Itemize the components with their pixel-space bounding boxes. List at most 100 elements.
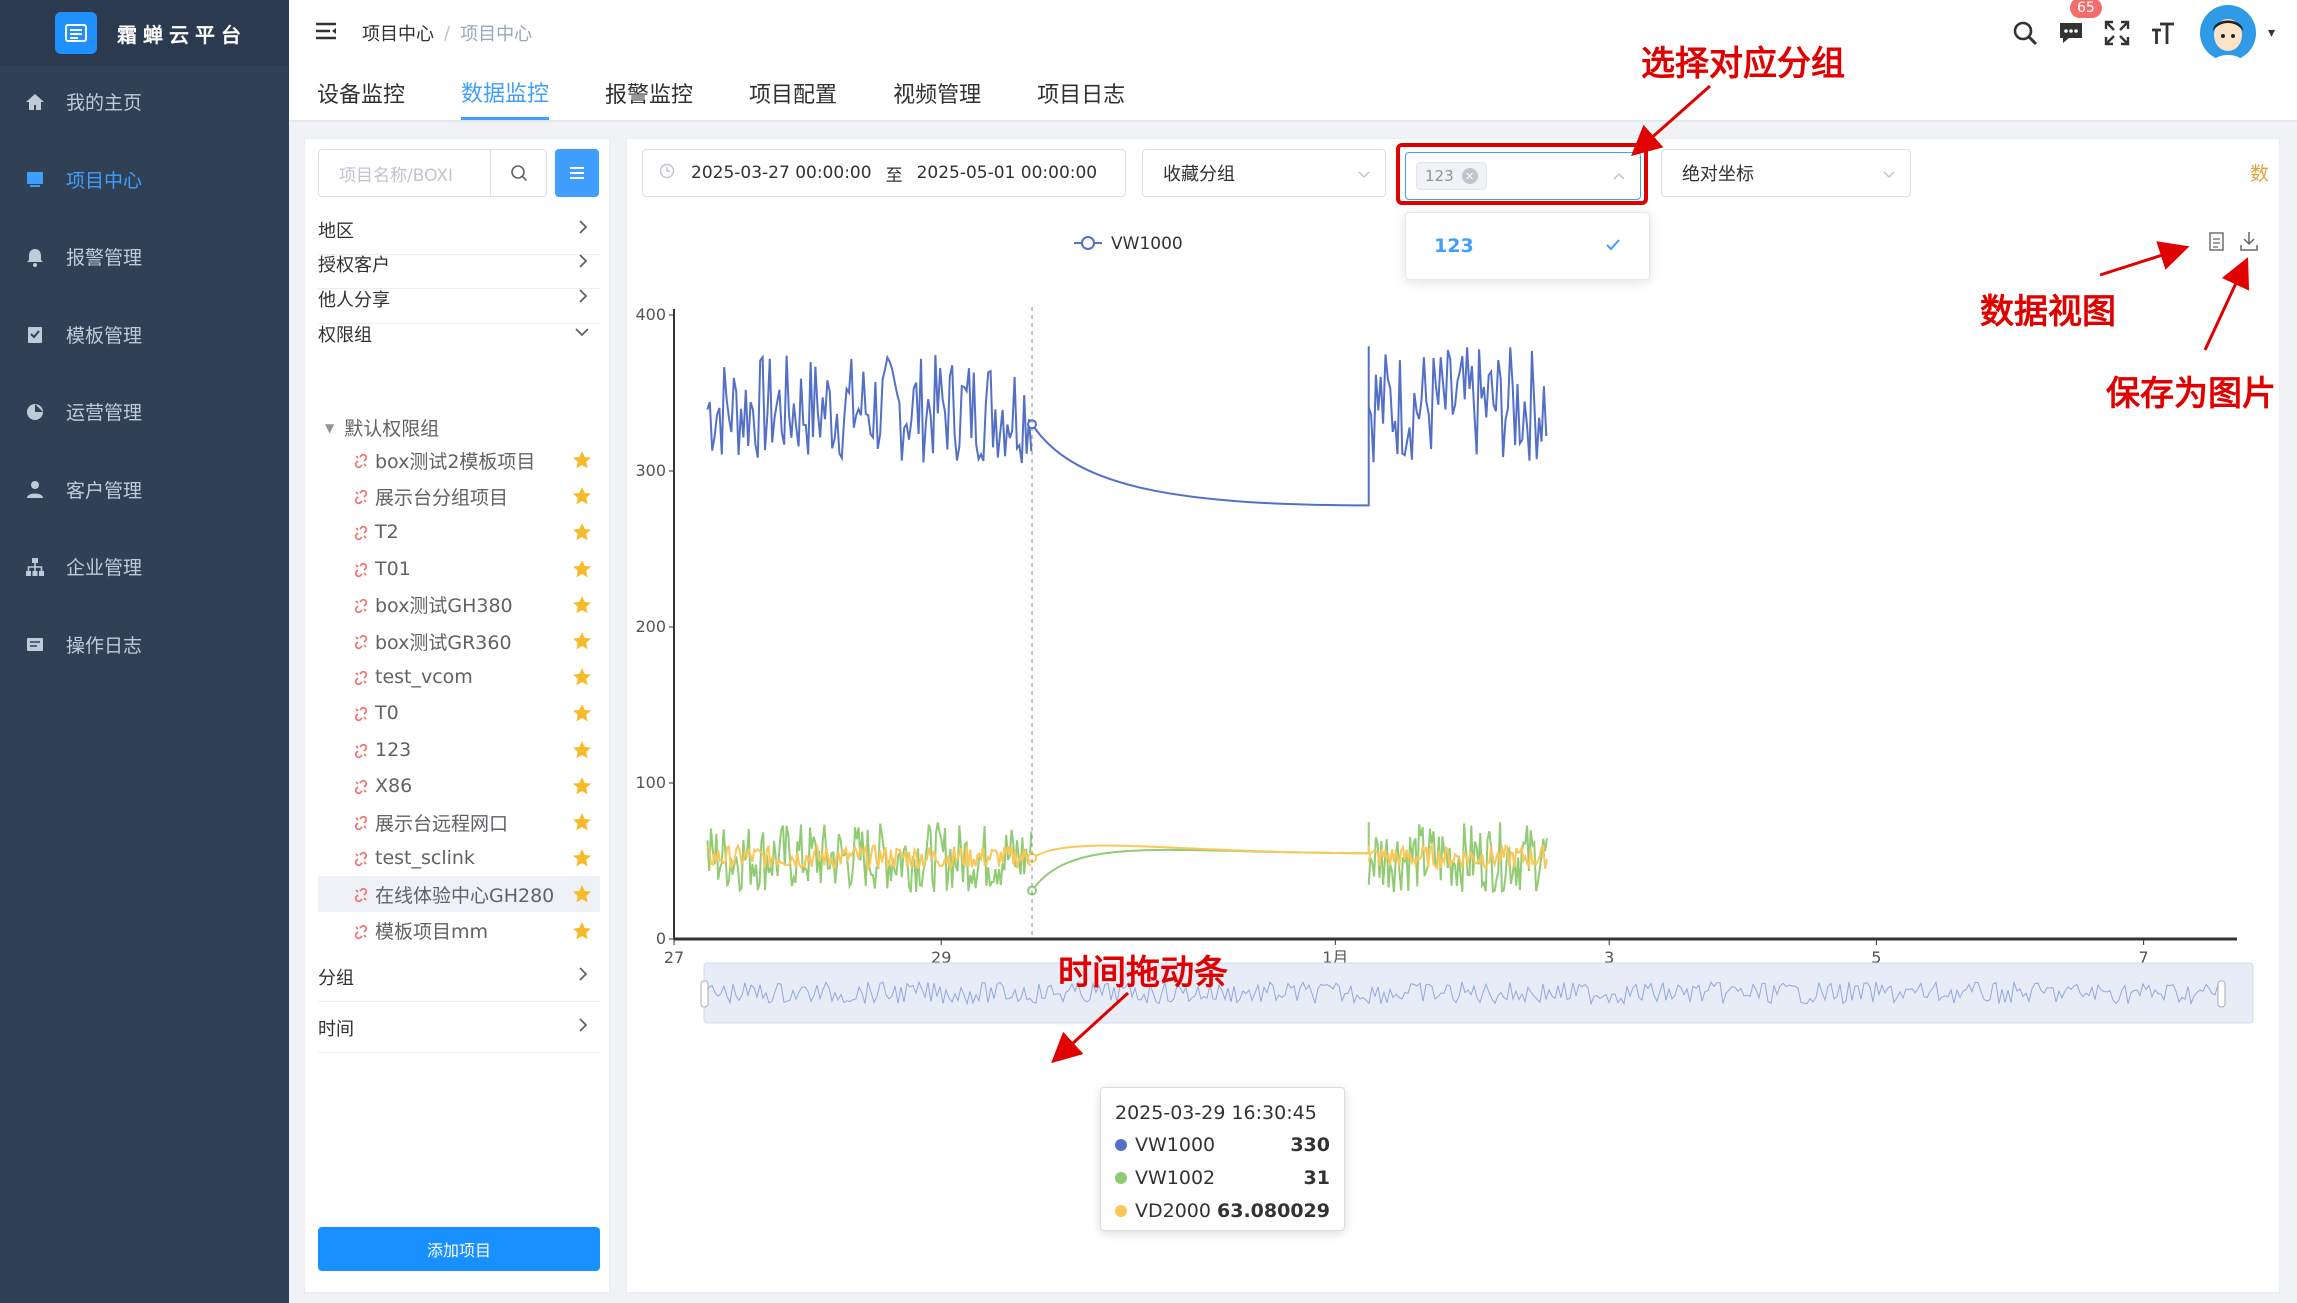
project-list-item[interactable]: box测试GH380 — [318, 587, 600, 623]
chevron-down-icon[interactable]: ▾ — [2268, 25, 2275, 41]
project-name: box测试GR360 — [375, 631, 512, 654]
star-icon[interactable] — [572, 703, 592, 728]
sidebar-item[interactable]: 报警管理 — [0, 218, 289, 296]
star-icon[interactable] — [572, 486, 592, 511]
chart-area[interactable]: 0 100 200 300 400 27 29 1月 3 5 7 VW1000 — [627, 203, 2281, 1293]
group-label: 默认权限组 — [344, 418, 440, 440]
pie-icon — [24, 401, 46, 423]
line-chart[interactable]: 010020030040027 29 1月 3 5 7VW1000 — [627, 203, 2281, 1293]
message-icon[interactable]: 65 — [2048, 0, 2102, 46]
data-view-icon[interactable] — [2209, 232, 2224, 251]
star-icon[interactable] — [572, 740, 592, 765]
star-icon[interactable] — [572, 812, 592, 837]
project-panel: 项目名称/BOXI 地区 授权客户 他人分享 权限组 ▼ 默认权限组 box测试… — [304, 138, 610, 1293]
project-name: 模板项目mm — [375, 921, 489, 944]
section-group[interactable]: 分组 — [318, 952, 600, 1002]
project-list-item[interactable]: 展示台分组项目 — [318, 478, 600, 514]
zoom-handle-left[interactable] — [700, 980, 709, 1008]
project-list-item[interactable]: T2 — [318, 514, 600, 550]
tab-item[interactable]: 项目配置 — [749, 66, 837, 120]
zoom-handle-right[interactable] — [2217, 980, 2226, 1008]
annotation-time-slider: 时间拖动条 — [1058, 953, 1228, 993]
project-name: T01 — [375, 557, 411, 580]
sidebar-item[interactable]: 企业管理 — [0, 528, 289, 606]
sidebar-item[interactable]: 项目中心 — [0, 141, 289, 219]
project-name: X86 — [375, 774, 413, 797]
sidebar-item[interactable]: 操作日志 — [0, 606, 289, 684]
search-icon[interactable] — [2002, 20, 2048, 46]
star-icon[interactable] — [572, 848, 592, 873]
annotation-save-image: 保存为图片 — [2106, 374, 2276, 414]
star-icon[interactable] — [572, 667, 592, 692]
coordinate-mode-select[interactable]: 绝对坐标 — [1661, 149, 1911, 197]
truncated-label[interactable]: 数 — [2250, 159, 2269, 186]
project-list-item[interactable]: box测试2模板项目 — [318, 442, 600, 478]
project-list-item[interactable]: 模板项目mm — [318, 913, 600, 949]
star-icon[interactable] — [572, 776, 592, 801]
legend-label: VW1000 — [1111, 234, 1183, 254]
series-marker — [1115, 1138, 1127, 1151]
date-start[interactable]: 2025-03-27 00:00:00 — [691, 163, 872, 183]
link-broken-icon — [353, 669, 369, 686]
date-range-picker[interactable]: 2025-03-27 00:00:00 至 2025-05-01 00:00:0… — [642, 149, 1126, 197]
section-label: 时间 — [318, 1018, 354, 1040]
sidebar-item[interactable]: 我的主页 — [0, 63, 289, 141]
project-name: 展示台远程网口 — [375, 812, 509, 835]
annotation-select-group: 选择对应分组 — [1641, 44, 1845, 84]
add-project-button[interactable]: 添加项目 — [318, 1227, 600, 1271]
link-broken-icon — [353, 778, 369, 794]
link-broken-icon — [353, 923, 369, 939]
star-icon[interactable] — [572, 921, 592, 946]
sidebar-item-label: 报警管理 — [66, 247, 143, 270]
sidebar-item[interactable]: 客户管理 — [0, 451, 289, 529]
project-list-item[interactable]: 展示台远程网口 — [318, 804, 600, 840]
project-list-item[interactable]: T01 — [318, 551, 600, 587]
star-icon[interactable] — [572, 884, 592, 909]
star-icon[interactable] — [572, 559, 592, 584]
section-permission-group[interactable]: 权限组 — [318, 309, 600, 359]
project-list-item[interactable]: X86 — [318, 768, 600, 804]
project-list-item[interactable]: box测试GR360 — [318, 623, 600, 659]
breadcrumb-item[interactable]: 项目中心 — [362, 20, 434, 46]
sidebar-item-label: 项目中心 — [66, 169, 143, 192]
project-search-input[interactable]: 项目名称/BOXI — [318, 149, 491, 197]
sidebar-item[interactable]: 模板管理 — [0, 296, 289, 374]
select-value: 收藏分组 — [1163, 164, 1235, 185]
project-list-item[interactable]: 123 — [318, 732, 600, 768]
fullscreen-icon[interactable] — [2094, 20, 2140, 46]
default-permission-group[interactable]: ▼ 默认权限组 — [325, 414, 439, 441]
list-view-button[interactable] — [555, 149, 599, 197]
sidebar-item[interactable]: 运营管理 — [0, 373, 289, 451]
search-button[interactable] — [491, 149, 547, 197]
avatar[interactable] — [2199, 5, 2256, 61]
caret-down-icon: ▼ — [325, 420, 335, 435]
sidebar: 霜蝉云平台 我的主页项目中心报警管理模板管理 运营管理 客户管理 企业管理 操作日志 — [0, 0, 289, 1303]
star-icon[interactable] — [572, 522, 592, 547]
save-image-icon[interactable] — [2240, 232, 2258, 251]
project-list-item[interactable]: test_sclink — [318, 840, 600, 876]
section-label: 授权客户 — [318, 254, 390, 276]
date-end[interactable]: 2025-05-01 00:00:00 — [917, 163, 1098, 183]
project-list-item[interactable]: T0 — [318, 695, 600, 731]
font-size-icon[interactable] — [2140, 20, 2186, 46]
chevron-down-icon — [1882, 166, 1896, 186]
star-icon[interactable] — [572, 450, 592, 475]
hamburger-icon[interactable] — [314, 21, 340, 45]
star-icon[interactable] — [572, 631, 592, 656]
series-gap-line — [1031, 822, 1370, 892]
link-broken-icon — [353, 705, 369, 722]
star-icon[interactable] — [572, 595, 592, 620]
project-list-item[interactable]: 在线体验中心GH280 — [318, 876, 600, 913]
section-time[interactable]: 时间 — [318, 1003, 600, 1053]
org-icon — [24, 556, 46, 578]
top-bar: 项目中心 / 项目中心 65 ▾ — [289, 0, 2297, 66]
logo[interactable]: 霜蝉云平台 — [0, 0, 289, 66]
tab-item[interactable]: 视频管理 — [893, 66, 981, 120]
tab-item[interactable]: 设备监控 — [317, 66, 405, 120]
favorite-group-select[interactable]: 收藏分组 — [1142, 149, 1386, 197]
tab-item[interactable]: 数据监控 — [461, 66, 550, 120]
chevron-down-icon — [1357, 166, 1371, 186]
tab-item[interactable]: 项目日志 — [1037, 66, 1125, 120]
project-list-item[interactable]: test_vcom — [318, 659, 600, 695]
tab-item[interactable]: 报警监控 — [605, 66, 693, 120]
